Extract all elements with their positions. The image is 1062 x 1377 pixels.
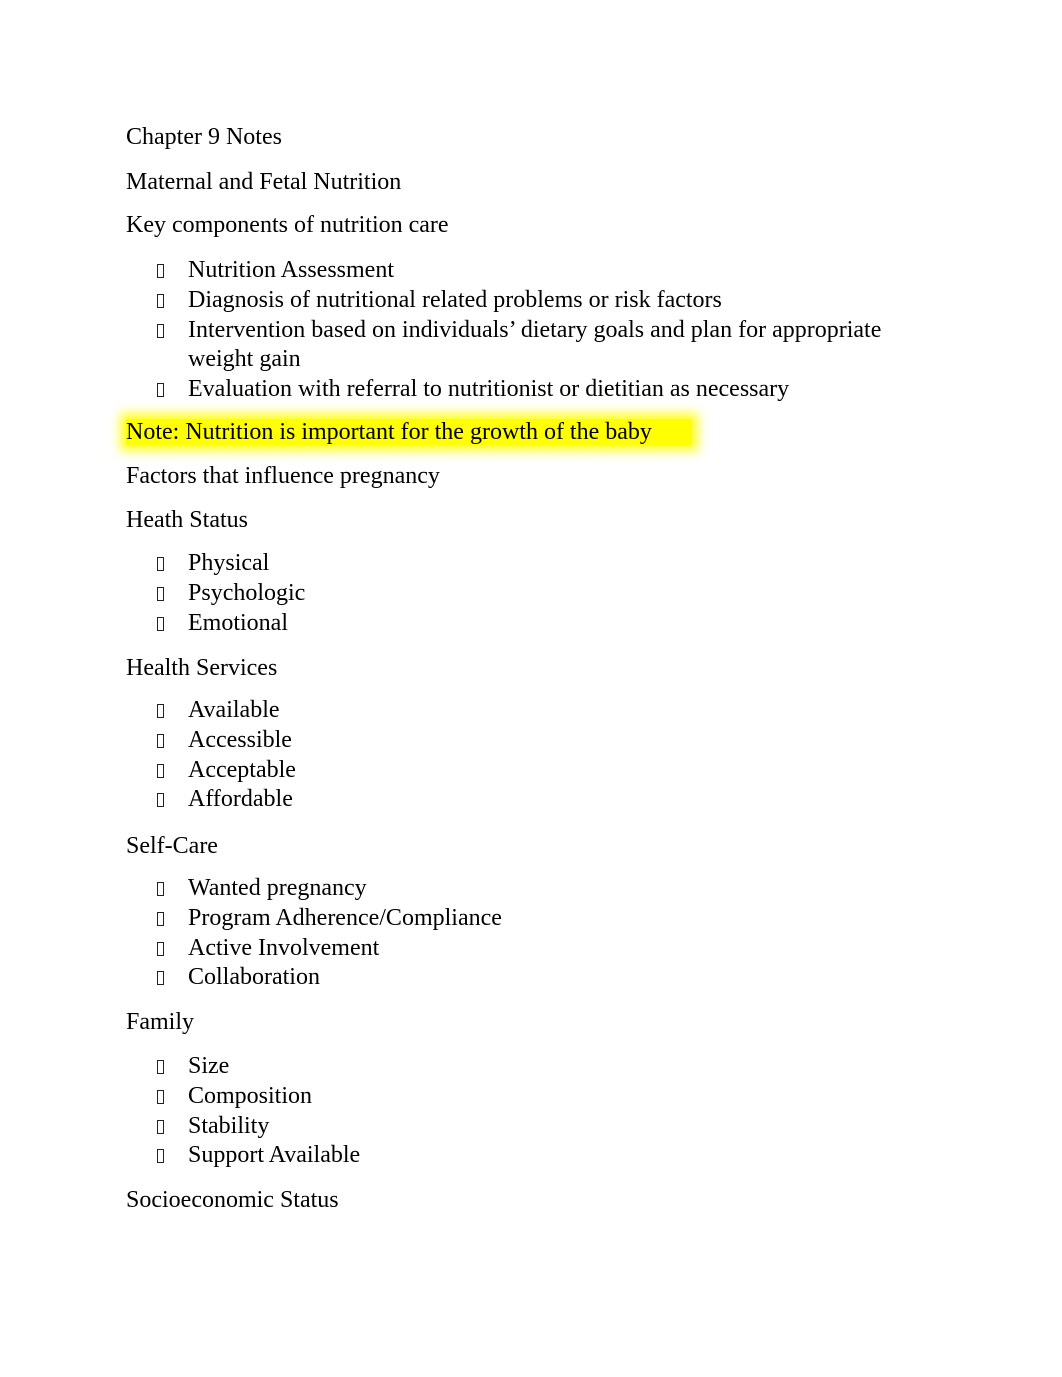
- self-care-list: Wanted pregnancy Program Adherence/Compl…: [126, 874, 502, 993]
- bullet-icon: [157, 941, 164, 956]
- bullet-icon: [157, 733, 164, 748]
- bullet-icon: [157, 1119, 164, 1134]
- bullet-icon: [157, 1089, 164, 1104]
- family-heading: Family: [126, 1009, 195, 1035]
- bullet-icon: [157, 586, 164, 601]
- list-item: Collaboration: [126, 963, 502, 993]
- list-item: Accessible: [126, 726, 296, 756]
- key-components-list: Nutrition Assessment Diagnosis of nutrit…: [126, 256, 881, 405]
- bullet-icon: [157, 971, 164, 986]
- self-care-heading: Self-Care: [126, 833, 218, 859]
- list-item: Intervention based on individuals’ dieta…: [126, 316, 881, 376]
- health-status-list: Physical Psychologic Emotional: [126, 549, 305, 638]
- bullet-icon: [157, 264, 164, 278]
- list-item: Wanted pregnancy: [126, 874, 502, 904]
- document-title: Chapter 9 Notes: [126, 124, 282, 150]
- note-paragraph: Note: Nutrition is important for the gro…: [126, 417, 692, 447]
- socioeconomic-heading: Socioeconomic Status: [126, 1187, 339, 1213]
- bullet-icon: [157, 1149, 164, 1164]
- highlighted-note: Note: Nutrition is important for the gro…: [126, 419, 692, 445]
- list-item: Program Adherence/Compliance: [126, 904, 502, 934]
- list-item: Composition: [126, 1082, 360, 1112]
- list-item: Nutrition Assessment: [126, 256, 881, 286]
- list-item: Active Involvement: [126, 934, 502, 964]
- bullet-icon: [157, 911, 164, 926]
- list-item: Acceptable: [126, 756, 296, 786]
- list-item: Diagnosis of nutritional related problem…: [126, 286, 881, 316]
- bullet-icon: [157, 323, 164, 338]
- bullet-icon: [157, 704, 164, 718]
- list-item: Affordable: [126, 785, 296, 815]
- bullet-icon: [157, 763, 164, 778]
- bullet-icon: [157, 293, 164, 308]
- bullet-icon: [157, 882, 164, 896]
- bullet-icon: [157, 616, 164, 631]
- document-subtitle: Maternal and Fetal Nutrition: [126, 169, 402, 195]
- list-item: Support Available: [126, 1141, 360, 1171]
- bullet-icon: [157, 383, 164, 398]
- section-heading-key-components: Key components of nutrition care: [126, 212, 449, 238]
- health-services-heading: Health Services: [126, 655, 278, 681]
- family-list: Size Composition Stability Support Avail…: [126, 1052, 360, 1171]
- list-item: Available: [126, 696, 296, 726]
- list-item: Physical: [126, 549, 305, 579]
- list-item: Emotional: [126, 609, 305, 639]
- health-status-heading: Heath Status: [126, 507, 248, 533]
- bullet-icon: [157, 793, 164, 808]
- bullet-icon: [157, 557, 164, 571]
- bullet-icon: [157, 1060, 164, 1074]
- list-item: Stability: [126, 1112, 360, 1142]
- list-item: Psychologic: [126, 579, 305, 609]
- factors-heading: Factors that influence pregnancy: [126, 463, 440, 489]
- list-item: Evaluation with referral to nutritionist…: [126, 375, 881, 405]
- list-item: Size: [126, 1052, 360, 1082]
- health-services-list: Available Accessible Acceptable Affordab…: [126, 696, 296, 815]
